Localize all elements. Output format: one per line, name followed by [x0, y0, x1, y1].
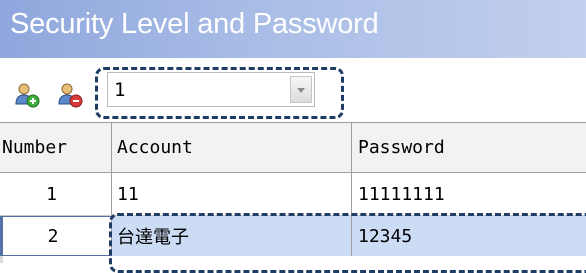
add-user-icon[interactable] [14, 82, 40, 108]
dropdown-button[interactable] [290, 76, 312, 103]
delete-user-icon[interactable] [57, 82, 83, 108]
column-header-account[interactable]: Account [112, 123, 352, 172]
security-level-value: 1 [114, 79, 126, 101]
row-number-cell[interactable]: 1 [0, 173, 112, 215]
table-row-selected[interactable]: 2 台達電子 12345 [0, 216, 586, 256]
account-cell[interactable]: 台達電子 [112, 216, 352, 256]
chevron-down-icon [297, 88, 305, 93]
password-cell[interactable]: 11111111 [352, 173, 586, 215]
security-level-select[interactable]: 1 [107, 72, 315, 107]
account-cell[interactable]: 11 [112, 173, 352, 215]
table-row[interactable]: 1 11 11111111 [0, 173, 586, 216]
grid-header: Number Account Password [0, 123, 586, 173]
password-cell[interactable]: 12345 [352, 216, 586, 256]
window-title: Security Level and Password [10, 8, 379, 40]
column-header-password[interactable]: Password [352, 123, 586, 172]
toolbar: 1 [0, 58, 586, 122]
row-number-cell[interactable]: 2 [0, 216, 112, 256]
account-grid: Number Account Password 1 11 11111111 2 … [0, 122, 586, 263]
title-bar: Security Level and Password [0, 0, 586, 58]
column-header-number[interactable]: Number [0, 123, 112, 172]
